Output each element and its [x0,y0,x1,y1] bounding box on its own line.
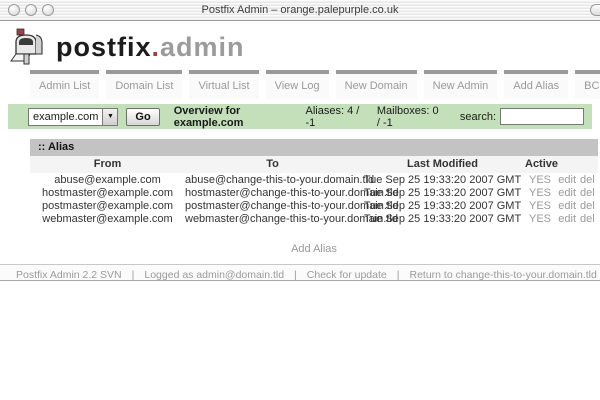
footer-logged-as-link[interactable]: Logged as admin@domain.tld [144,269,284,280]
logo-text-dot: . [152,32,161,62]
window-titlebar: Postfix Admin – orange.palepurple.co.uk [0,0,600,21]
aliases-count: Aliases: 4 / -1 [306,105,361,129]
tab-new-admin[interactable]: New Admin [424,70,498,99]
alias-to: hostmaster@change-this-to-your.domain.tl… [185,186,360,199]
alias-from: abuse@example.com [30,173,185,186]
table-row: hostmaster@example.com hostmaster@change… [30,186,598,199]
mailboxes-count: Mailboxes: 0 / -1 [377,105,444,129]
minimize-window-button[interactable] [25,4,37,16]
app-header: postfix.admin [0,21,600,67]
alias-active-toggle[interactable]: YES [525,186,555,199]
alias-to: abuse@change-this-to-your.domain.tld [185,173,360,186]
alias-from: hostmaster@example.com [30,186,185,199]
col-header-modified: Last Modified [360,156,525,173]
alias-modified: Tue Sep 25 19:33:20 2007 GMT [360,199,525,212]
table-row: webmaster@example.com webmaster@change-t… [30,212,598,225]
alias-section-title: :: Alias [30,139,598,156]
mailbox-logo-icon [8,28,48,66]
alias-active-toggle[interactable]: YES [525,212,555,225]
edit-link[interactable]: edit [558,213,576,225]
search-label: search: [460,111,496,123]
browser-window: Postfix Admin – orange.palepurple.co.uk … [0,0,600,281]
alias-modified: Tue Sep 25 19:33:20 2007 GMT [360,186,525,199]
col-header-ops [555,156,598,173]
alias-table-header-row: From To Last Modified Active [30,156,598,173]
tab-new-domain[interactable]: New Domain [336,70,417,99]
alias-from: postmaster@example.com [30,199,185,212]
domain-toolbar: example.com ▼ Go Overview for example.co… [8,104,592,129]
domain-select-value: example.com [29,109,102,125]
tab-virtual-list[interactable]: Virtual List [189,70,258,99]
alias-active-toggle[interactable]: YES [525,199,555,212]
tab-admin-list[interactable]: Admin List [30,70,99,99]
edit-link[interactable]: edit [558,174,576,186]
add-alias-row: Add Alias [30,239,598,257]
alias-from: webmaster@example.com [30,212,185,225]
footer-separator: | [294,269,297,280]
delete-link[interactable]: del [580,213,595,225]
main-nav: Admin List Domain List Virtual List View… [30,70,600,99]
window-controls [8,4,54,16]
footer-separator: | [132,269,135,280]
alias-modified: Tue Sep 25 19:33:20 2007 GMT [360,173,525,186]
tab-add-alias[interactable]: Add Alias [504,70,568,99]
search-input[interactable] [500,108,584,125]
alias-section: :: Alias From To Last Modified Active ab… [30,139,598,225]
tab-domain-list[interactable]: Domain List [106,70,182,99]
go-button[interactable]: Go [126,108,159,126]
delete-link[interactable]: del [580,200,595,212]
footer-return-link[interactable]: Return to change-this-to-your.domain.tld [409,269,596,280]
alias-to: webmaster@change-this-to-your.domain.tld [185,212,360,225]
overview-label: Overview for example.com [174,105,290,129]
alias-modified: Tue Sep 25 19:33:20 2007 GMT [360,212,525,225]
alias-active-toggle[interactable]: YES [525,173,555,186]
footer-check-update-link[interactable]: Check for update [307,269,387,280]
col-header-from: From [30,156,185,173]
footer-separator: | [397,269,400,280]
app-logo-text: postfix.admin [56,32,245,63]
chevron-down-icon: ▼ [102,109,117,125]
tab-bc-message[interactable]: BC message [575,70,600,99]
page-footer: Postfix Admin 2.2 SVN | Logged as admin@do… [0,264,600,280]
tab-view-log[interactable]: View Log [266,70,329,99]
zoom-window-button[interactable] [42,4,54,16]
col-header-to: To [185,156,360,173]
alias-table: From To Last Modified Active abuse@examp… [30,156,598,225]
logo-text-postfix: postfix [56,32,152,62]
domain-select[interactable]: example.com ▼ [28,108,118,126]
edit-link[interactable]: edit [558,200,576,212]
table-row: postmaster@example.com postmaster@change… [30,199,598,212]
delete-link[interactable]: del [580,187,595,199]
edit-link[interactable]: edit [558,187,576,199]
col-header-active: Active [525,156,555,173]
toolbar-toggle-button[interactable] [590,4,600,16]
add-alias-link[interactable]: Add Alias [291,243,337,255]
delete-link[interactable]: del [580,174,595,186]
window-title: Postfix Admin – orange.palepurple.co.uk [0,4,600,16]
footer-version: Postfix Admin 2.2 SVN [16,269,122,280]
logo-text-admin: admin [160,32,245,62]
close-window-button[interactable] [8,4,20,16]
table-row: abuse@example.com abuse@change-this-to-y… [30,173,598,186]
alias-to: postmaster@change-this-to-your.domain.tl… [185,199,360,212]
footer-links: Postfix Admin 2.2 SVN | Logged as admin@do… [0,265,600,280]
